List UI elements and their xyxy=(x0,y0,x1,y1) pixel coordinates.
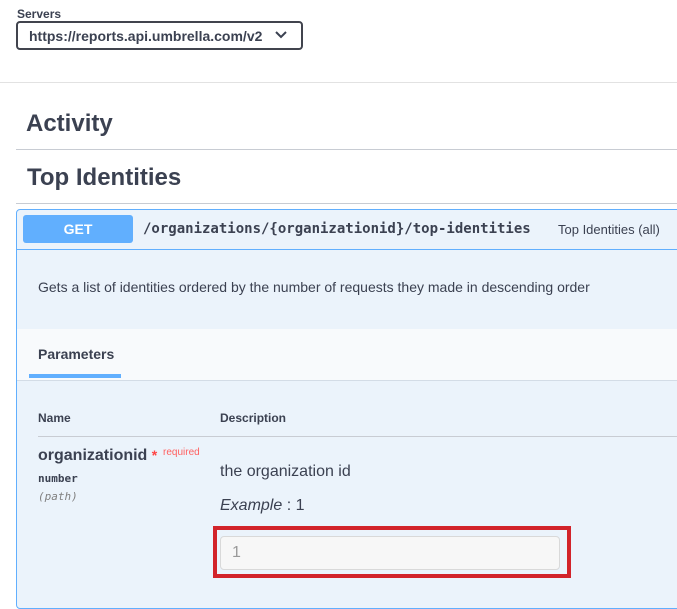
example-label: Example xyxy=(220,497,283,514)
parameter-description: the organization id xyxy=(220,463,351,480)
divider xyxy=(16,149,677,150)
column-header-description: Description xyxy=(220,411,287,425)
operation-block: GET /organizations/{organizationid}/top-… xyxy=(16,209,677,609)
server-select[interactable]: https://reports.api.umbrella.com/v2 xyxy=(16,21,303,50)
required-label: required xyxy=(163,447,200,458)
parameters-header: Parameters xyxy=(17,329,677,381)
parameter-location: (path) xyxy=(38,490,78,503)
parameter-name-text: organizationid xyxy=(38,447,148,464)
operation-summary[interactable]: GET /organizations/{organizationid}/top-… xyxy=(17,210,677,250)
method-badge: GET xyxy=(23,215,133,243)
operation-description: Gets a list of identities ordered by the… xyxy=(38,279,590,295)
parameter-type: number xyxy=(38,472,78,485)
tab-parameters[interactable]: Parameters xyxy=(38,346,114,362)
chevron-down-icon xyxy=(275,31,287,39)
tag-heading-activity[interactable]: Activity xyxy=(26,110,113,138)
parameter-example: Example : 1 xyxy=(220,497,305,515)
divider xyxy=(38,436,677,437)
server-select-value: https://reports.api.umbrella.com/v2 xyxy=(29,27,263,44)
column-header-name: Name xyxy=(38,411,71,425)
parameter-name: organizationid * xyxy=(38,447,157,465)
divider xyxy=(16,203,677,204)
organizationid-input[interactable] xyxy=(220,536,560,570)
required-star: * xyxy=(151,447,158,463)
operation-summary-text: Top Identities (all) xyxy=(558,222,660,237)
example-value: 1 xyxy=(295,497,305,514)
example-separator: : xyxy=(282,497,296,514)
servers-label: Servers xyxy=(17,7,62,21)
tag-heading-top-identities[interactable]: Top Identities xyxy=(27,164,181,192)
operation-path: /organizations/{organizationid}/top-iden… xyxy=(143,221,531,237)
servers-section: Servers https://reports.api.umbrella.com… xyxy=(0,0,677,83)
tab-active-indicator xyxy=(29,374,121,378)
